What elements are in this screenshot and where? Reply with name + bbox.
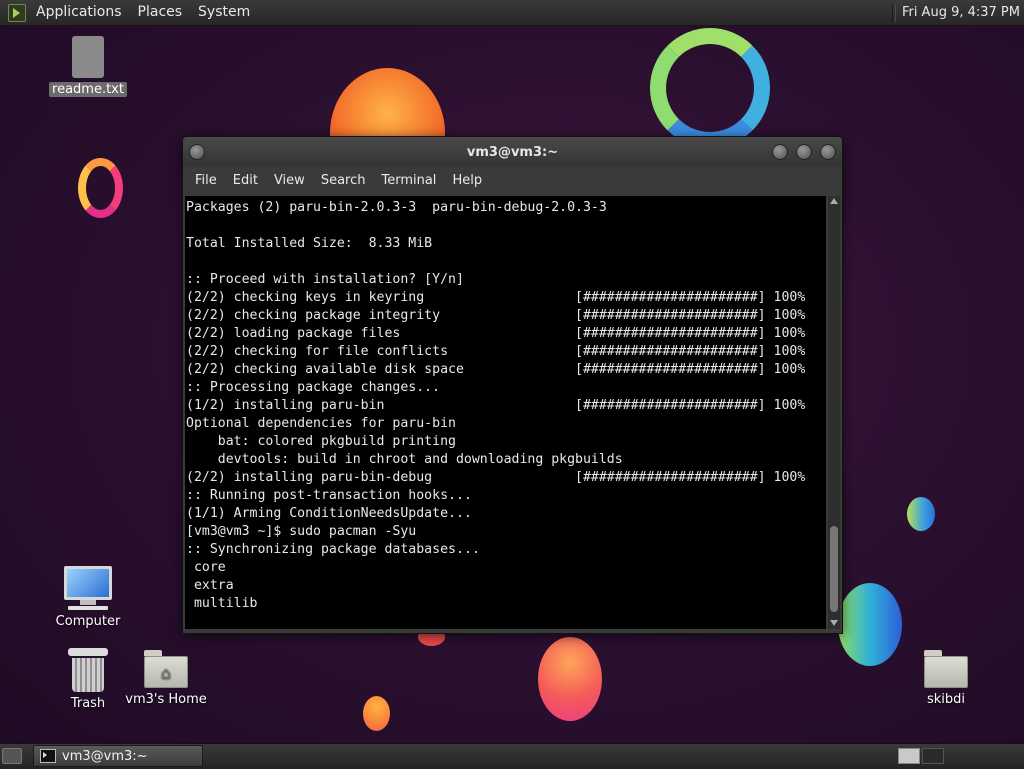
wallpaper-orange-dot <box>363 696 390 731</box>
desktop-icon-label: skibdi <box>926 692 966 707</box>
menu-help[interactable]: Help <box>444 167 490 195</box>
menu-view[interactable]: View <box>266 167 313 195</box>
terminal-window: vm3@vm3:~ File Edit View Search Terminal… <box>182 136 843 634</box>
taskbar-button-terminal[interactable]: vm3@vm3:~ <box>33 745 203 767</box>
menu-search[interactable]: Search <box>313 167 374 195</box>
desktop-icon-label: Computer <box>55 614 121 629</box>
desktop-icon-label: Trash <box>70 696 106 711</box>
menu-edit[interactable]: Edit <box>225 167 266 195</box>
wallpaper-blue-dot <box>907 497 935 531</box>
wallpaper-pink-blob <box>538 637 602 721</box>
close-button[interactable] <box>820 144 836 160</box>
wallpaper-green-ring <box>650 28 770 148</box>
menu-system[interactable]: System <box>190 0 258 25</box>
trash-icon <box>68 648 108 692</box>
applications-logo-icon[interactable] <box>8 3 26 22</box>
folder-body <box>924 656 968 688</box>
window-menu-button[interactable] <box>189 144 205 160</box>
desktop-icon-skibdi[interactable]: skibdi <box>901 648 991 707</box>
show-desktop-icon[interactable] <box>2 748 22 764</box>
scrollbar-thumb[interactable] <box>830 526 838 612</box>
menu-terminal[interactable]: Terminal <box>373 167 444 195</box>
computer-icon <box>64 566 112 600</box>
terminal-output: Packages (2) paru-bin-2.0.3-3 paru-bin-d… <box>186 200 806 611</box>
desktop-icon-computer[interactable]: Computer <box>43 566 133 629</box>
window-title: vm3@vm3:~ <box>466 144 559 160</box>
desktop-icon-label: readme.txt <box>49 82 127 97</box>
home-folder-icon: ⌂ <box>144 650 188 688</box>
desktop-icon-home[interactable]: ⌂ vm3's Home <box>121 648 211 707</box>
menu-applications[interactable]: Applications <box>28 0 130 25</box>
desktop-icon-readme[interactable]: readme.txt <box>43 36 133 97</box>
home-glyph: ⌂ <box>144 656 188 688</box>
folder-icon <box>924 650 968 688</box>
top-panel: Applications Places System Fri Aug 9, 4:… <box>0 0 1024 26</box>
workspace-2[interactable] <box>922 748 944 764</box>
desktop-icon-trash[interactable]: Trash <box>43 648 133 711</box>
terminal-scrollbar[interactable] <box>828 196 840 629</box>
wallpaper-blue-blob <box>838 583 902 666</box>
taskbar-button-label: vm3@vm3:~ <box>62 748 148 764</box>
bottom-panel: vm3@vm3:~ <box>0 743 1024 769</box>
maximize-button[interactable] <box>796 144 812 160</box>
clock-area: Fri Aug 9, 4:37 PM <box>891 0 1024 25</box>
trash-lid <box>68 648 108 656</box>
workspace-1[interactable] <box>898 748 920 764</box>
monitor-stand <box>80 600 96 605</box>
minimize-button[interactable] <box>772 144 788 160</box>
clock[interactable]: Fri Aug 9, 4:37 PM <box>902 5 1024 20</box>
window-controls <box>772 144 836 160</box>
scroll-down-arrow-icon[interactable] <box>830 620 838 626</box>
menu-file[interactable]: File <box>187 167 225 195</box>
menu-places[interactable]: Places <box>130 0 191 25</box>
window-title-bar[interactable]: vm3@vm3:~ <box>183 137 842 167</box>
terminal-menu-bar: File Edit View Search Terminal Help <box>183 167 842 195</box>
desktop-icon-label: vm3's Home <box>125 692 207 707</box>
wallpaper-pink-ring <box>78 158 123 218</box>
terminal-output-area[interactable]: Packages (2) paru-bin-2.0.3-3 paru-bin-d… <box>185 196 826 629</box>
monitor-base <box>68 606 108 610</box>
scroll-up-arrow-icon[interactable] <box>830 198 838 204</box>
text-file-icon <box>72 36 104 78</box>
terminal-icon <box>40 749 56 763</box>
trash-body <box>72 658 104 692</box>
panel-separator <box>891 3 896 22</box>
